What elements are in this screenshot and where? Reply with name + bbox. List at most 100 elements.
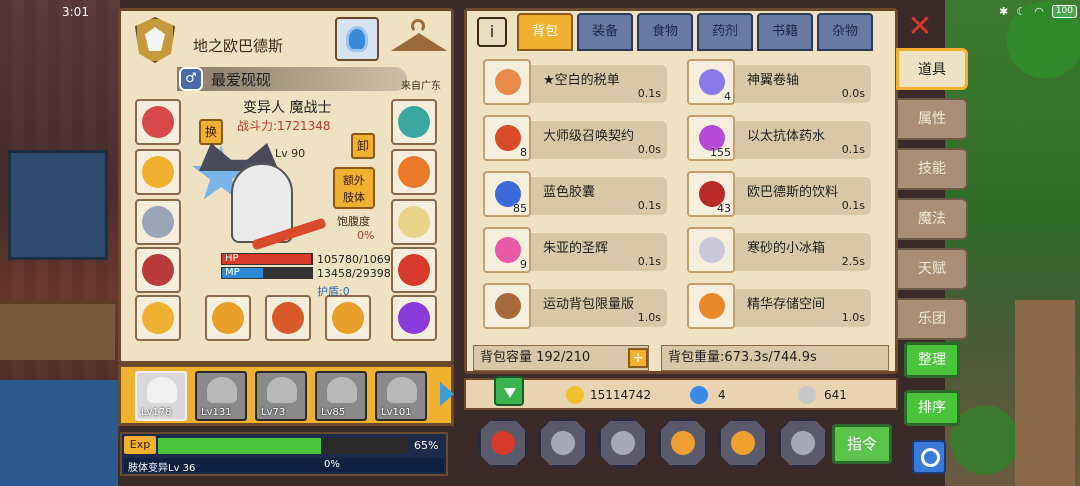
item-weight: 0.0s <box>841 87 865 100</box>
inventory-item[interactable]: 精华存储空间 1.0s <box>675 283 875 333</box>
equip-slot-ring[interactable] <box>135 295 181 341</box>
item-glyph-icon <box>699 293 725 319</box>
pumpkin-icon <box>398 156 430 188</box>
rank-icon[interactable] <box>478 418 528 468</box>
party-level: Lv85 <box>321 407 346 418</box>
party-level: Lv131 <box>201 407 232 418</box>
exp-percent: 65% <box>414 439 439 452</box>
item-icon: 85 <box>483 171 531 217</box>
potion-icon[interactable] <box>335 17 379 61</box>
item-name: 寒砂的小冰箱 <box>747 241 826 256</box>
side-tab[interactable]: 道具 <box>896 48 968 90</box>
command-button[interactable]: 指令 <box>832 424 892 464</box>
gold-amount: 15114742 <box>590 388 652 402</box>
party-member[interactable]: Lv101 <box>375 371 427 421</box>
magnify-icon[interactable] <box>598 418 648 468</box>
party-member[interactable]: Lv131 <box>195 371 247 421</box>
guild-name: 地之欧巴德斯 <box>193 37 284 55</box>
unequip-button[interactable]: 卸 <box>351 133 375 159</box>
bag-weight: 背包重量:673.3s/744.9s <box>661 345 889 371</box>
inventory-item[interactable]: 9 朱亚的圣辉 0.1s <box>471 227 671 277</box>
party-member[interactable]: Lv73 <box>255 371 307 421</box>
item-weight: 0.1s <box>841 199 865 212</box>
equip-slot-orb[interactable] <box>391 295 437 341</box>
item-name: 神翼卷轴 <box>747 73 800 88</box>
exp-bar <box>158 438 408 454</box>
rank-glyph <box>491 431 515 455</box>
book-icon[interactable] <box>538 418 588 468</box>
party-member[interactable]: Lv85 <box>315 371 367 421</box>
cycle-glyph <box>791 431 815 455</box>
item-icon: 155 <box>687 115 735 161</box>
diamond-amount: 4 <box>718 388 726 402</box>
party-next-arrow-icon[interactable] <box>440 382 454 406</box>
party-portrait <box>387 377 417 403</box>
equip-slot-amulet[interactable] <box>135 149 181 195</box>
item-icon <box>687 283 735 329</box>
tab-category[interactable]: 药剂 <box>697 13 753 51</box>
forge-icon[interactable] <box>658 418 708 468</box>
expand-capacity-button[interactable]: + <box>628 348 648 368</box>
item-name: 大师级召唤契约 <box>543 129 635 144</box>
background-house-left <box>0 0 120 486</box>
side-tab[interactable]: 天赋 <box>896 248 968 290</box>
inventory-item[interactable]: 85 蓝色胶囊 0.1s <box>471 171 671 221</box>
equip-slot-staff[interactable] <box>205 295 251 341</box>
side-tab[interactable]: 技能 <box>896 148 968 190</box>
search-icon[interactable] <box>912 440 946 474</box>
item-weight: 1.0s <box>841 311 865 324</box>
tab-backpack[interactable]: 背包 <box>517 13 573 51</box>
wardrobe-hanger-icon[interactable] <box>389 17 449 61</box>
inventory-item[interactable]: 8 大师级召唤契约 0.0s <box>471 115 671 165</box>
side-tab[interactable]: 魔法 <box>896 198 968 240</box>
equip-slot-crystal[interactable] <box>391 99 437 145</box>
side-tab[interactable]: 属性 <box>896 98 968 140</box>
equip-slot-headgear[interactable] <box>135 99 181 145</box>
organize-button[interactable]: 整理 <box>904 342 960 378</box>
armor-icon <box>142 206 174 238</box>
deposit-arrow-icon[interactable] <box>494 376 524 406</box>
character-title[interactable]: 最爱砚砚 <box>211 69 271 90</box>
character-level: Lv 90 <box>275 147 306 160</box>
silver-icon <box>798 386 816 404</box>
equip-slot-mirror[interactable] <box>391 199 437 245</box>
status-time: 3:01 <box>62 5 89 19</box>
item-weight: 2.5s <box>841 255 865 268</box>
battery-icon: 100 <box>1051 4 1077 18</box>
inventory-item[interactable]: 运动背包限量版 1.0s <box>471 283 671 333</box>
tab-category[interactable]: 书籍 <box>757 13 813 51</box>
inventory-item[interactable]: ★空白的税单 0.1s <box>471 59 671 109</box>
cycle-icon[interactable] <box>778 418 828 468</box>
inventory-item[interactable]: 4 神翼卷轴 0.0s <box>675 59 875 109</box>
extra-body-button[interactable]: 额外 肢体 <box>333 167 375 209</box>
party-member[interactable]: Lv178 <box>135 371 187 421</box>
inventory-item[interactable]: 43 欧巴德斯的饮料 0.1s <box>675 171 875 221</box>
equip-slot-armor[interactable] <box>135 199 181 245</box>
item-icon <box>483 283 531 329</box>
item-weight: 0.1s <box>637 199 661 212</box>
skill-icon[interactable] <box>718 418 768 468</box>
equip-slot-pumpkin[interactable] <box>391 149 437 195</box>
equip-slot-boots[interactable] <box>391 247 437 293</box>
equip-slot-gauntlet[interactable] <box>135 247 181 293</box>
tab-category[interactable]: 杂物 <box>817 13 873 51</box>
party-level: Lv178 <box>141 407 172 418</box>
tab-category[interactable]: 食物 <box>637 13 693 51</box>
inventory-item[interactable]: 155 以太抗体药水 0.1s <box>675 115 875 165</box>
exp-fill <box>158 438 321 454</box>
close-icon[interactable]: ✕ <box>904 12 936 44</box>
side-tab[interactable]: 乐团 <box>896 298 968 340</box>
equip-slot-spear[interactable] <box>265 295 311 341</box>
equip-slot-bow[interactable] <box>325 295 371 341</box>
inventory-item[interactable]: 寒砂的小冰箱 2.5s <box>675 227 875 277</box>
info-icon[interactable]: i <box>477 17 507 47</box>
item-name: 朱亚的圣辉 <box>543 241 609 256</box>
sort-button[interactable]: 排序 <box>904 390 960 426</box>
orb-icon <box>398 302 430 334</box>
background-path <box>1015 300 1075 486</box>
hanger-bar <box>391 33 447 51</box>
bluetooth-icon: ✱ <box>999 4 1009 18</box>
item-count: 85 <box>513 202 527 215</box>
item-glyph-icon <box>495 237 521 263</box>
tab-category[interactable]: 装备 <box>577 13 633 51</box>
